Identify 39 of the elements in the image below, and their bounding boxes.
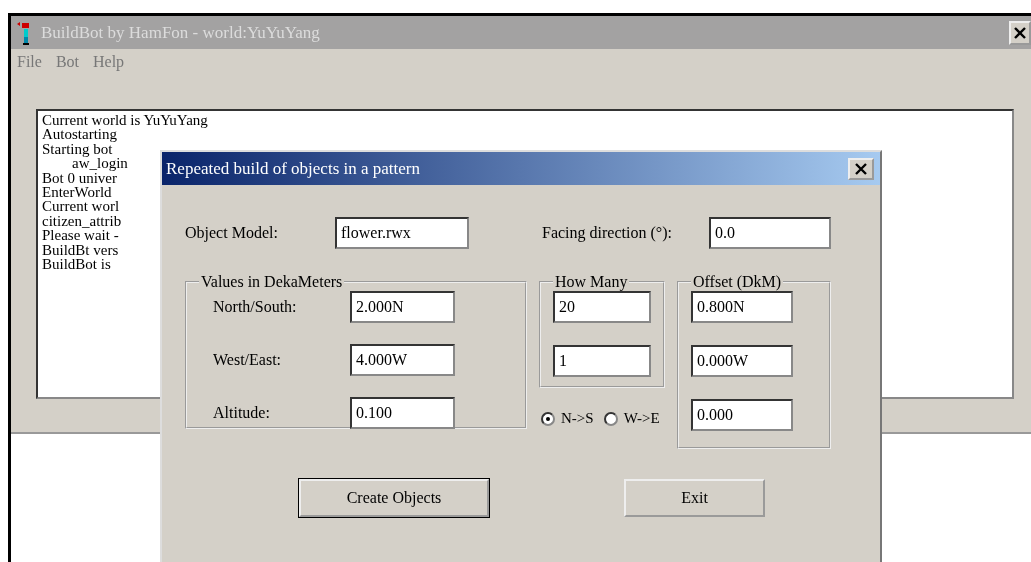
- group-title: How Many: [554, 273, 629, 291]
- log-line: Please wait -: [42, 228, 119, 243]
- log-line: citizen_attrib: [42, 213, 122, 229]
- create-objects-button[interactable]: Create Objects: [299, 479, 489, 517]
- count-field[interactable]: 20: [553, 291, 651, 323]
- close-button[interactable]: [1009, 20, 1031, 45]
- log-line: Current world is YuYuYang: [42, 113, 208, 128]
- facing-direction-field[interactable]: 0.0: [709, 217, 831, 249]
- dialog-title: Repeated build of objects in a pattern: [166, 158, 420, 179]
- field-label: Facing direction (°):: [542, 224, 673, 242]
- offset-field[interactable]: 0.000: [691, 399, 793, 431]
- exit-button[interactable]: Exit: [624, 479, 765, 517]
- object-model-field[interactable]: flower.rwx: [335, 217, 469, 249]
- log-line: Bot 0 univer: [42, 170, 117, 186]
- close-icon: [1014, 26, 1026, 39]
- log-line: Starting bot: [42, 141, 113, 157]
- log-line: BuildBot is: [42, 257, 111, 272]
- field-label: North/South:: [213, 298, 298, 316]
- log-line: Autostarting: [42, 127, 117, 142]
- field-label: West/East:: [213, 351, 283, 369]
- log-line: BuildBt vers: [42, 242, 119, 258]
- coordinate-field[interactable]: 4.000W: [350, 344, 455, 376]
- log-line: Current worl: [42, 199, 120, 214]
- offset-field[interactable]: 0.800N: [691, 291, 793, 323]
- direction-radio[interactable]: N->S: [541, 410, 594, 427]
- log-line: aw_login: [72, 156, 128, 171]
- group-title: Values in DekaMeters: [200, 273, 344, 291]
- count-field[interactable]: 1: [553, 345, 651, 377]
- field-label: Altitude:: [213, 404, 271, 422]
- log-line: EnterWorld: [42, 185, 112, 200]
- group-title: Offset (DkM): [692, 273, 783, 291]
- offset-field[interactable]: 0.000W: [691, 345, 793, 377]
- window-title: BuildBot by HamFon - world:YuYuYang: [41, 22, 320, 43]
- close-button[interactable]: [848, 157, 874, 180]
- direction-radio[interactable]: W->E: [603, 410, 660, 427]
- coordinate-field[interactable]: 2.000N: [350, 291, 455, 323]
- field-label: Object Model:: [185, 224, 279, 242]
- close-icon: [855, 162, 867, 175]
- coordinate-field[interactable]: 0.100: [350, 397, 455, 429]
